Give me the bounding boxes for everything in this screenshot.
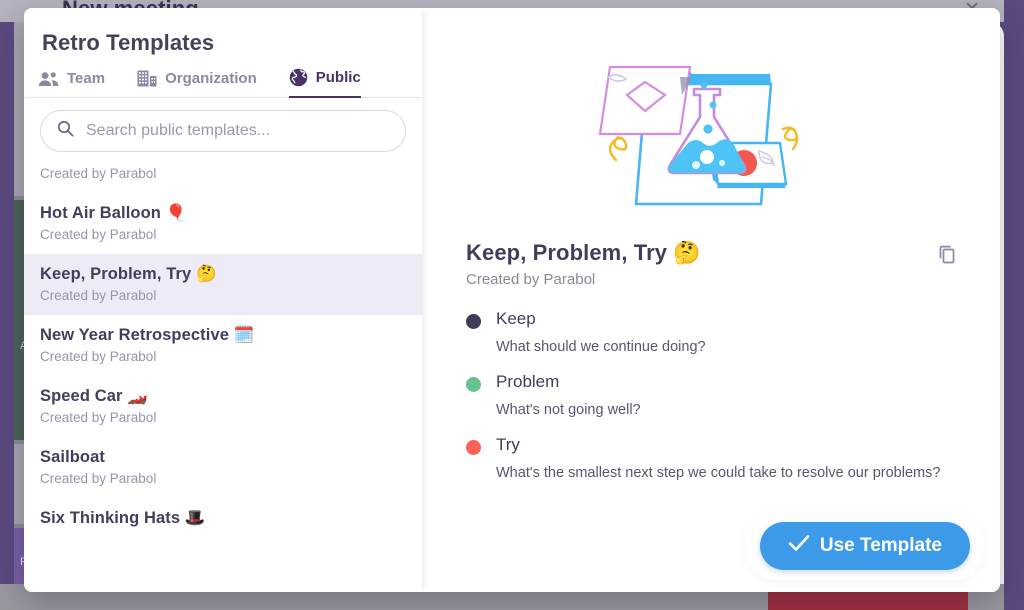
search-container [24,98,422,152]
template-author: Created by Parabol [40,349,157,364]
prompt-color-dot [466,377,481,392]
list-item[interactable]: Created by Parabol [24,152,422,193]
prompt-question: What should we continue doing? [496,339,706,355]
list-item[interactable]: New Year Retrospective 🗓️ Created by Par… [24,315,422,376]
globe-icon [289,68,308,87]
list-item[interactable]: Hot Air Balloon 🎈 Created by Parabol [24,193,422,254]
background-right-rail [1004,0,1024,610]
page-title: Retro Templates [42,30,215,55]
search-input[interactable] [84,121,389,141]
use-template-button[interactable]: Use Template [759,522,970,570]
template-author: Created by Parabol [40,166,157,181]
list-item-selected[interactable]: Keep, Problem, Try 🤔 Created by Parabol [24,254,422,315]
prompt-list: Keep What should we continue doing? Prob… [466,308,958,483]
background-left-rail [0,0,14,610]
prompt-color-dot [466,440,481,455]
prompt-title: Try [496,435,520,454]
detail-title: Keep, Problem, Try 🤔 [466,240,701,265]
prompt-title: Problem [496,372,560,391]
prompt-item: Keep What should we continue doing? [466,308,958,357]
template-name: Six Thinking Hats 🎩 [40,509,206,527]
template-author: Created by Parabol [40,288,157,303]
tab-public-label: Public [315,69,361,86]
prompt-question: What's not going well? [496,402,641,418]
science-flask-illustration [422,8,1000,240]
search-icon [57,120,74,142]
template-name: Speed Car 🏎️ [40,387,148,405]
tab-public[interactable]: Public [288,68,361,98]
detail-header: Keep, Problem, Try 🤔 Created by Parabol [466,240,958,288]
template-detail: Keep, Problem, Try 🤔 Created by Parabol [422,240,1000,497]
list-item[interactable]: Sailboat Created by Parabol [24,437,422,498]
template-name: New Year Retrospective 🗓️ [40,326,255,344]
people-icon [38,71,59,87]
list-item[interactable]: Speed Car 🏎️ Created by Parabol [24,376,422,437]
template-name: Hot Air Balloon 🎈 [40,204,187,222]
template-author: Created by Parabol [40,471,157,486]
prompt-question: What's the smallest next step we could t… [496,465,941,481]
search-box[interactable] [40,110,406,152]
use-template-container: Use Template [745,512,984,580]
copy-icon[interactable] [938,244,958,265]
list-item[interactable]: Six Thinking Hats 🎩 [24,498,422,540]
template-name: Sailboat [40,448,105,466]
template-list-pane: Retro Templates Team Organization Public… [24,8,422,592]
check-icon [788,534,810,558]
building-icon [137,70,157,87]
tab-organization[interactable]: Organization [137,70,257,98]
template-scope-tabs: Team Organization Public [24,56,422,98]
prompt-color-dot [466,314,481,329]
template-name: Keep, Problem, Try 🤔 [40,265,217,283]
template-list[interactable]: Created by Parabol Hot Air Balloon 🎈 Cre… [24,130,422,592]
detail-author: Created by Parabol [466,271,596,288]
tab-team[interactable]: Team [38,70,105,98]
prompt-title: Keep [496,309,536,328]
tab-organization-label: Organization [165,70,257,87]
template-author: Created by Parabol [40,227,157,242]
template-name [40,152,406,163]
prompt-item: Try What's the smallest next step we cou… [466,434,958,483]
prompt-item: Problem What's not going well? [466,371,958,420]
template-detail-pane: Keep, Problem, Try 🤔 Created by Parabol [422,8,1000,592]
template-author: Created by Parabol [40,410,157,425]
use-template-label: Use Template [819,535,942,556]
tab-team-label: Team [67,70,106,87]
screen: A R New meeting ✕ Retro Templates [0,0,1024,610]
retro-templates-modal: Retro Templates Team Organization Public… [24,8,1000,592]
